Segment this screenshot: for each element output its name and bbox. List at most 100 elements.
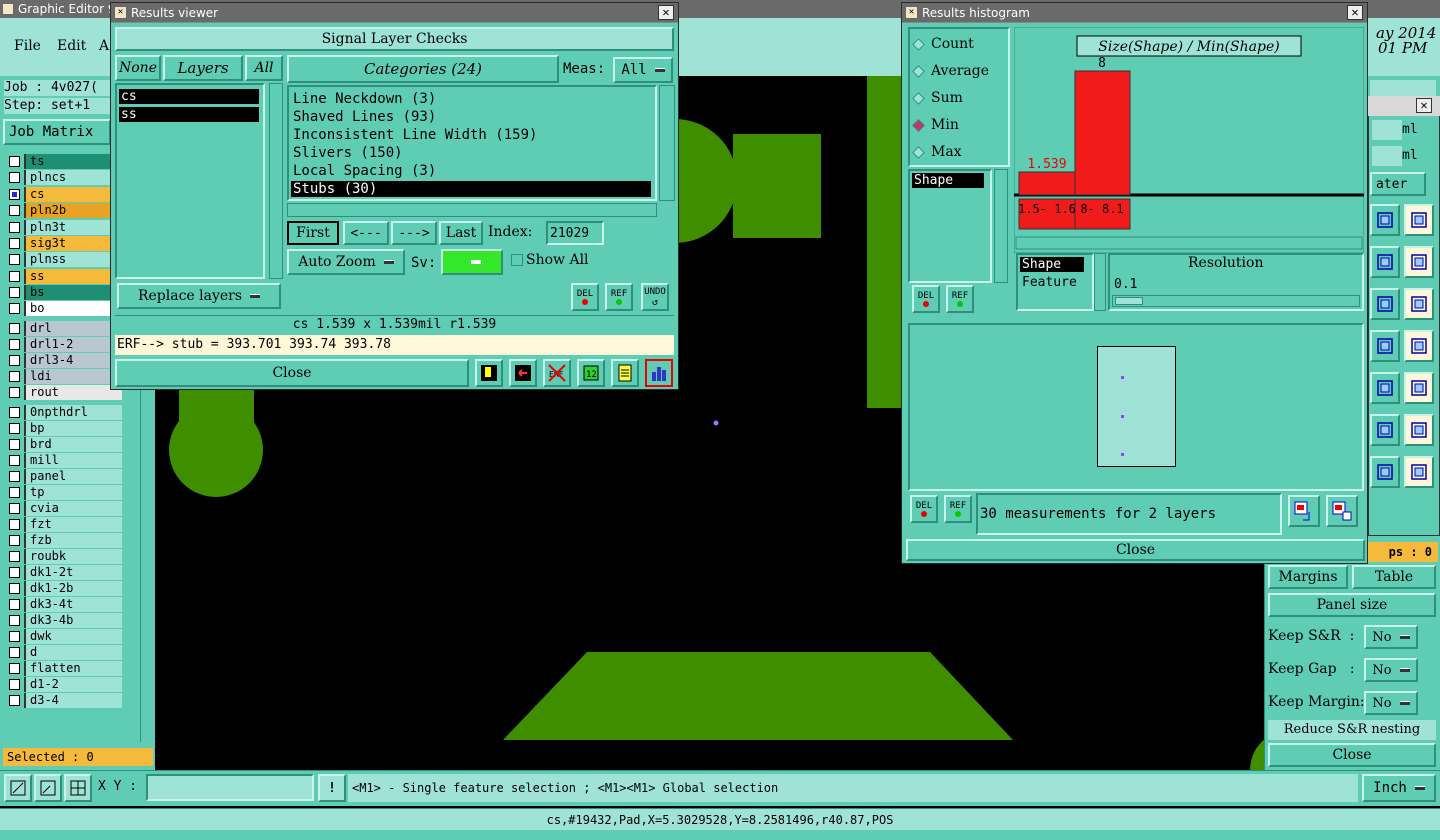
- export-icon[interactable]: [509, 359, 537, 387]
- show-all-checkbox[interactable]: [511, 254, 523, 266]
- layer-row-fzt[interactable]: fzt: [6, 517, 122, 532]
- layer-row-dk3-4b[interactable]: dk3-4b: [6, 613, 122, 628]
- layer-name[interactable]: fzt: [24, 517, 122, 532]
- layer-row-drl3-4[interactable]: drl3-4: [6, 353, 122, 368]
- layer-row-ts[interactable]: ts: [6, 154, 122, 169]
- layer-checkbox[interactable]: [9, 663, 20, 674]
- layer-checkbox[interactable]: [9, 189, 20, 200]
- layer-row-bo[interactable]: bo: [6, 301, 122, 316]
- layer-checkbox[interactable]: [9, 271, 20, 282]
- layer-checkbox[interactable]: [9, 407, 20, 418]
- attr-list[interactable]: Shape Feature: [1016, 253, 1094, 311]
- grid-icon-b[interactable]: [1404, 204, 1434, 236]
- layer-checkbox[interactable]: [9, 222, 20, 233]
- layer-name[interactable]: dk1-2b: [24, 581, 122, 596]
- attr-shape[interactable]: Shape: [1020, 257, 1084, 272]
- layer-name[interactable]: roubk: [24, 549, 122, 564]
- layer-results-list[interactable]: cs ss: [115, 83, 265, 279]
- bar-1-539[interactable]: [1018, 171, 1076, 196]
- layer-name[interactable]: brd: [24, 437, 122, 452]
- layer-row-fzb[interactable]: fzb: [6, 533, 122, 548]
- categories-button[interactable]: Categories (24): [287, 55, 559, 83]
- undo-button[interactable]: UNDO ↺: [641, 283, 669, 311]
- slider-thumb[interactable]: [1115, 297, 1143, 305]
- prev-button[interactable]: <---: [343, 221, 389, 245]
- zoom-fit-button[interactable]: [4, 774, 32, 802]
- highlight-icon[interactable]: [1404, 456, 1434, 488]
- keep-margin-dropdown[interactable]: No: [1364, 691, 1418, 715]
- layer-checkbox[interactable]: [9, 695, 20, 706]
- resolution-slider[interactable]: [1112, 295, 1360, 307]
- shape-list[interactable]: Shape: [908, 169, 992, 283]
- bar-8[interactable]: [1074, 70, 1131, 196]
- layer-name[interactable]: dk1-2t: [24, 565, 122, 580]
- shape-list-item[interactable]: Shape: [912, 173, 984, 188]
- mode-radio-max[interactable]: Max: [912, 143, 962, 161]
- layer-checkbox[interactable]: [9, 535, 20, 546]
- layer-name[interactable]: plncs: [24, 170, 122, 185]
- keep-gap-dropdown[interactable]: No: [1364, 658, 1418, 682]
- layer-row-rout[interactable]: rout: [6, 385, 122, 400]
- layer-name[interactable]: bp: [24, 421, 122, 436]
- layer-highlight-icon[interactable]: [475, 359, 503, 387]
- cycle-icon[interactable]: [1404, 288, 1434, 320]
- layer-checkbox[interactable]: [9, 647, 20, 658]
- sv-color-dropdown[interactable]: [441, 249, 503, 275]
- sub-dialog-close-icon[interactable]: ✕: [1416, 98, 1432, 113]
- layer-checkbox[interactable]: [9, 254, 20, 265]
- result-layer-cs[interactable]: cs: [119, 89, 259, 104]
- layer-name[interactable]: drl: [24, 321, 122, 336]
- mode-radio-sum[interactable]: Sum: [912, 89, 963, 107]
- layer-name[interactable]: plnss: [24, 252, 122, 267]
- layer-checkbox[interactable]: [9, 631, 20, 642]
- layer-name[interactable]: ss: [24, 269, 122, 284]
- index-input[interactable]: [546, 221, 604, 245]
- layer-row-plnss[interactable]: plnss: [6, 252, 122, 267]
- categories-vscroll[interactable]: [659, 85, 675, 201]
- pointer-icon[interactable]: [1370, 288, 1400, 320]
- layer-name[interactable]: d: [24, 645, 122, 660]
- layers-none-button[interactable]: None: [115, 55, 161, 81]
- layer-name[interactable]: rout: [24, 385, 122, 400]
- layer-name[interactable]: pln3t: [24, 220, 122, 235]
- replace-layers-dropdown[interactable]: Replace layers: [117, 283, 281, 309]
- results-viewer-close-icon[interactable]: ✕: [658, 5, 674, 20]
- alert-button[interactable]: !: [318, 774, 346, 802]
- meas-dropdown[interactable]: All: [613, 57, 673, 83]
- layer-row-d1-2[interactable]: d1-2: [6, 677, 122, 692]
- layer-row-ss[interactable]: ss: [6, 269, 122, 284]
- histogram-chart[interactable]: Size(Shape) / Min(Shape) 1.539 8 1.5- 1.…: [1014, 27, 1364, 253]
- zoom-area-button[interactable]: [34, 774, 62, 802]
- layer-row-roubk[interactable]: roubk: [6, 549, 122, 564]
- preview-ref-button[interactable]: REF: [944, 495, 972, 523]
- ref-button[interactable]: REF: [605, 283, 633, 311]
- preview-del-button[interactable]: DEL: [910, 495, 938, 523]
- layer-checkbox[interactable]: [9, 303, 20, 314]
- shape-list-vscroll[interactable]: [994, 169, 1008, 283]
- histogram-icon[interactable]: [645, 359, 673, 387]
- erf-disabled-icon[interactable]: ERF: [543, 359, 571, 387]
- layer-row-mill[interactable]: mill: [6, 453, 122, 468]
- result-layer-ss[interactable]: ss: [119, 107, 259, 122]
- right-close-button[interactable]: Close: [1268, 743, 1436, 767]
- menu-file[interactable]: File: [14, 38, 41, 54]
- units-dropdown[interactable]: Inch: [1362, 774, 1436, 802]
- panel-size-button[interactable]: Panel size: [1268, 593, 1436, 617]
- arrow-down-icon[interactable]: [1370, 414, 1400, 446]
- first-button[interactable]: First: [287, 221, 339, 245]
- layer-row-ldi[interactable]: ldi: [6, 369, 122, 384]
- split-vertical-icon[interactable]: [1370, 456, 1400, 488]
- layer-row-dk1-2t[interactable]: dk1-2t: [6, 565, 122, 580]
- ater-dropdown[interactable]: ater: [1370, 172, 1426, 196]
- category-item[interactable]: Local Spacing (3): [291, 163, 651, 179]
- layer-checkbox[interactable]: [9, 371, 20, 382]
- layer-name[interactable]: d1-2: [24, 677, 122, 692]
- categories-list[interactable]: Line Neckdown (3) Shaved Lines (93) Incons…: [287, 85, 657, 201]
- layer-name[interactable]: dk3-4b: [24, 613, 122, 628]
- layer-row-dk3-4t[interactable]: dk3-4t: [6, 597, 122, 612]
- layer-checkbox[interactable]: [9, 323, 20, 334]
- layer-row-bs[interactable]: bs: [6, 285, 122, 300]
- copy-histogram-icon[interactable]: [1326, 495, 1358, 527]
- layer-row-dk1-2b[interactable]: dk1-2b: [6, 581, 122, 596]
- categories-hscroll[interactable]: [287, 203, 657, 217]
